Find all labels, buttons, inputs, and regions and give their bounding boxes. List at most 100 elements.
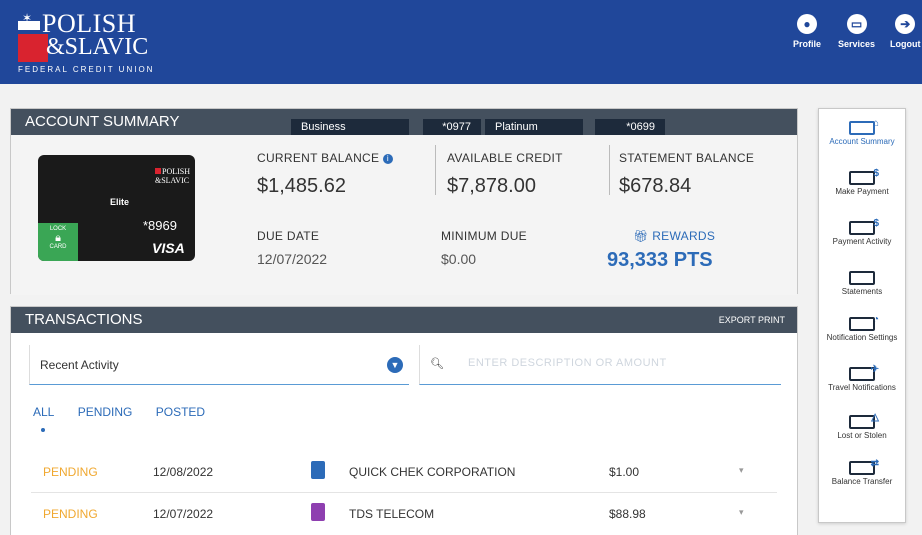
due-date-label: DUE DATE — [257, 229, 320, 243]
quick-actions-sidebar: ⌂ Account Summary $ Make Payment $ Payme… — [818, 108, 906, 523]
balance-transfer-icon: ⇄ — [849, 459, 879, 475]
transaction-description: QUICK CHEK CORPORATION — [349, 465, 516, 479]
sidebar-item-label: Account Summary — [829, 137, 895, 146]
logout-icon: ➔ — [895, 14, 916, 34]
brand-line-3: FEDERAL CREDIT UNION — [18, 65, 155, 74]
card-brand: POLISH &SLAVIC — [155, 167, 191, 185]
person-icon: ● — [797, 14, 817, 34]
card-icon: ▭ — [846, 14, 867, 34]
profile-label: Profile — [793, 39, 822, 49]
current-balance-value: $1,485.62 — [257, 175, 346, 197]
transaction-description: TDS TELECOM — [349, 507, 435, 521]
tab-pending[interactable]: PENDING — [78, 405, 133, 419]
account-tab-number-2[interactable]: *0699 — [595, 119, 665, 135]
sidebar-item-label: Payment Activity — [832, 237, 892, 246]
account-tab-platinum[interactable]: Platinum — [485, 119, 583, 135]
export-link[interactable]: EXPORT — [719, 315, 756, 325]
logout-button[interactable]: ➔ Logout — [890, 14, 921, 49]
rewards-link[interactable]: 🎁︎ REWARDS — [633, 229, 715, 243]
bag-icon — [311, 503, 325, 521]
brand-logo[interactable]: ✶ POLISH &SLAVIC FEDERAL CREDIT UNION — [18, 9, 163, 74]
activity-filter-value: Recent Activity — [40, 358, 119, 372]
search-icon: 🔍︎ — [430, 358, 444, 370]
card-network: VISA — [152, 240, 185, 256]
available-credit-label: AVAILABLE CREDIT — [447, 151, 563, 165]
transaction-amount: $88.98 — [609, 507, 646, 521]
lock-sub-label: CARD — [49, 244, 67, 250]
sidebar-item-label: Balance Transfer — [831, 477, 893, 486]
sidebar-item-statements[interactable]: Statements — [819, 271, 905, 297]
chevron-down-icon[interactable]: ▾ — [739, 507, 744, 518]
minimum-due-value: $0.00 — [441, 251, 477, 267]
transaction-tabs: ALL PENDING POSTED — [33, 405, 225, 419]
print-link[interactable]: PRINT — [758, 315, 785, 325]
make-payment-icon: $ — [849, 169, 879, 185]
notification-settings-icon: ◔ — [849, 315, 879, 331]
info-icon[interactable]: i — [382, 154, 393, 164]
sidebar-item-label: Lost or Stolen — [837, 431, 887, 440]
card-number: *8969 — [143, 218, 177, 233]
current-balance-label: CURRENT BALANCE i — [257, 151, 393, 165]
minimum-due-label: MINIMUM DUE — [441, 229, 527, 243]
travel-notifications-icon: ✈ — [849, 365, 879, 381]
sidebar-item-payment-activity[interactable]: $ Payment Activity — [819, 219, 905, 247]
statement-balance-value: $678.84 — [619, 175, 692, 197]
transactions-title: TRANSACTIONS — [25, 311, 143, 328]
services-button[interactable]: ▭ Services — [838, 14, 875, 49]
lock-card-button[interactable]: LOCK 🔒︎ CARD — [38, 223, 78, 261]
transaction-search[interactable]: 🔍︎ ENTER DESCRIPTION OR AMOUNT — [419, 345, 781, 385]
fuel-icon — [311, 461, 325, 479]
sidebar-item-balance-transfer[interactable]: ⇄ Balance Transfer — [819, 459, 905, 487]
statement-balance-label: STATEMENT BALANCE — [619, 151, 755, 165]
tab-all[interactable]: ALL — [33, 405, 54, 419]
transaction-amount: $1.00 — [609, 465, 640, 479]
sidebar-item-label: Travel Notifications — [828, 383, 896, 392]
account-tab-number-1[interactable]: *0977 — [423, 119, 481, 135]
services-label: Services — [838, 39, 876, 49]
top-header: ✶ POLISH &SLAVIC FEDERAL CREDIT UNION ● … — [0, 0, 922, 84]
available-credit-value: $7,878.00 — [447, 175, 536, 197]
tab-posted[interactable]: POSTED — [156, 405, 205, 419]
brand-line-2: &SLAVIC — [46, 34, 149, 60]
sidebar-item-make-payment[interactable]: $ Make Payment — [819, 169, 905, 197]
statements-icon — [849, 271, 875, 285]
transactions-panel: TRANSACTIONS EXPORT PRINT Recent Activit… — [10, 306, 798, 535]
table-row[interactable]: PENDING 12/07/2022 TDS TELECOM $88.98 ▾ — [11, 494, 797, 534]
transaction-date: 12/07/2022 — [153, 507, 214, 521]
table-row[interactable]: PENDING 12/08/2022 QUICK CHEK CORPORATIO… — [11, 452, 797, 493]
lock-icon: 🔒︎ — [55, 232, 61, 244]
sidebar-item-account-summary[interactable]: ⌂ Account Summary — [819, 119, 905, 147]
logout-label: Logout — [890, 39, 921, 49]
transaction-date: 12/08/2022 — [153, 465, 214, 479]
gift-icon: 🎁︎ — [633, 229, 649, 243]
sidebar-item-label: Statements — [841, 287, 883, 296]
divider — [31, 492, 777, 493]
account-summary-panel: ACCOUNT SUMMARY Business *0977 Platinum … — [10, 108, 798, 295]
profile-button[interactable]: ● Profile — [793, 14, 821, 49]
chevron-down-icon: ▼ — [387, 357, 403, 373]
sidebar-item-notification-settings[interactable]: ◔ Notification Settings — [819, 315, 905, 343]
flag-icon: ✶ — [18, 11, 40, 30]
payment-activity-icon: $ — [849, 219, 879, 235]
credit-card-image: POLISH &SLAVIC Elite LOCK 🔒︎ CARD *8969 V… — [38, 155, 195, 261]
sidebar-item-label: Make Payment — [835, 187, 889, 196]
lost-stolen-icon: △ — [849, 413, 879, 429]
divider — [435, 145, 436, 195]
account-tab-business[interactable]: Business — [291, 119, 409, 135]
search-placeholder: ENTER DESCRIPTION OR AMOUNT — [468, 357, 667, 369]
account-summary-icon: ⌂ — [849, 119, 879, 135]
card-tier: Elite — [110, 197, 130, 207]
account-summary-title: ACCOUNT SUMMARY — [25, 113, 180, 130]
sidebar-item-label: Notification Settings — [826, 333, 898, 342]
active-tab-indicator — [41, 428, 45, 432]
sidebar-item-travel-notifications[interactable]: ✈ Travel Notifications — [819, 365, 905, 393]
activity-filter-select[interactable]: Recent Activity ▼ — [29, 345, 409, 385]
rewards-points: 93,333 PTS — [607, 249, 713, 271]
chevron-down-icon[interactable]: ▾ — [739, 465, 744, 476]
transactions-header: TRANSACTIONS EXPORT PRINT — [11, 307, 797, 333]
due-date-value: 12/07/2022 — [257, 251, 328, 267]
account-summary-body: POLISH &SLAVIC Elite LOCK 🔒︎ CARD *8969 V… — [11, 135, 797, 295]
sidebar-item-lost-or-stolen[interactable]: △ Lost or Stolen — [819, 413, 905, 441]
status-badge: PENDING — [43, 507, 98, 521]
divider — [609, 145, 610, 195]
